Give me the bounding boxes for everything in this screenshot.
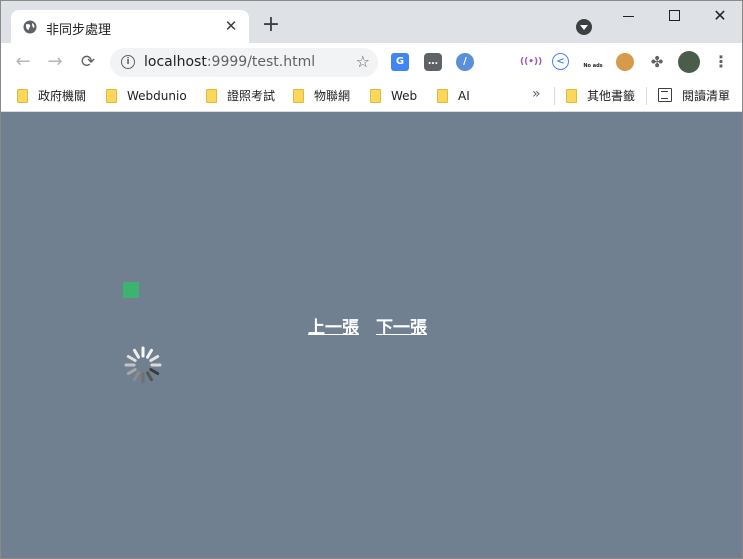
browser-window: 非同步處理 ✕ + ✕ ← → ⟳ i localhost:9999/test.… (0, 0, 743, 559)
menu-kebab-icon[interactable]: ⋮ (712, 53, 730, 71)
back-arrow-icon[interactable]: ← (12, 51, 34, 73)
other-bookmarks[interactable]: 其他書籤 (566, 87, 635, 105)
chevron-double-right-icon[interactable]: » (532, 86, 541, 102)
folder-icon (206, 89, 217, 103)
close-icon[interactable]: ✕ (221, 16, 241, 36)
bookmark-star-icon[interactable]: ☆ (356, 52, 370, 71)
folder-icon (437, 89, 448, 103)
tab-strip: 非同步處理 ✕ + ✕ (1, 1, 742, 43)
broadcast-extension-icon[interactable]: ((•)) (520, 53, 542, 71)
bookmark-label: Webdunio (127, 89, 187, 103)
divider (646, 87, 647, 105)
avatar[interactable] (678, 51, 700, 73)
page-content: 上一張 下一張 (1, 112, 742, 558)
reload-icon[interactable]: ⟳ (77, 51, 99, 73)
bookmark-label: 物聯網 (314, 89, 351, 103)
url-host: localhost (144, 54, 207, 70)
reading-list-label: 閱讀清單 (682, 89, 731, 103)
bookmark-label: Web (391, 89, 418, 103)
new-tab-button[interactable]: + (260, 14, 282, 36)
address-bar[interactable]: i localhost:9999/test.html ☆ (110, 48, 378, 77)
folder-icon (293, 89, 304, 103)
active-tab[interactable]: 非同步處理 ✕ (11, 10, 249, 43)
chat-extension-icon[interactable]: … (424, 53, 442, 71)
green-square (123, 282, 139, 298)
reading-list[interactable]: 閱讀清單 (658, 87, 730, 105)
share-extension-icon[interactable]: < (552, 53, 569, 70)
folder-icon (106, 89, 117, 103)
bookmark-folder[interactable]: Web (370, 87, 417, 105)
bookmark-label: AI (458, 89, 470, 103)
folder-icon (370, 89, 381, 103)
bookmark-folder[interactable]: 物聯網 (293, 87, 350, 105)
bookmark-folder[interactable]: 政府機關 (17, 87, 86, 105)
tab-title: 非同步處理 (46, 23, 112, 38)
maximize-button[interactable] (651, 5, 697, 27)
navigation-links: 上一張 下一張 (308, 313, 444, 338)
puzzle-icon[interactable]: ✤ (648, 53, 666, 71)
cookie-extension-icon[interactable] (616, 53, 634, 71)
url-path: :9999/test.html (206, 54, 316, 70)
bookmark-folder[interactable]: 證照考試 (206, 87, 275, 105)
no-ads-extension-icon[interactable]: No ads (581, 53, 605, 71)
next-link[interactable]: 下一張 (376, 318, 427, 338)
toolbar: ← → ⟳ i localhost:9999/test.html ☆ G … /… (1, 43, 742, 111)
bookmarks-bar: 政府機關 Webdunio 證照考試 物聯網 Web AI » 其他書籤 閱讀清… (1, 81, 742, 112)
bookmark-label: 政府機關 (38, 89, 87, 103)
folder-icon (566, 89, 577, 103)
prev-link[interactable]: 上一張 (308, 318, 359, 338)
globe-icon (23, 20, 37, 34)
folder-icon (17, 89, 28, 103)
bookmark-label: 證照考試 (227, 89, 276, 103)
bookmark-folder[interactable]: AI (437, 87, 470, 105)
tab-search-icon[interactable] (576, 19, 592, 35)
info-icon[interactable]: i (121, 55, 135, 69)
loading-spinner-icon (124, 346, 162, 384)
divider (554, 87, 555, 105)
forward-arrow-icon[interactable]: → (44, 51, 66, 73)
other-bookmarks-label: 其他書籤 (587, 89, 636, 103)
minimize-button[interactable] (605, 5, 651, 27)
opera-extension-icon[interactable]: / (456, 53, 474, 71)
bookmark-folder[interactable]: Webdunio (106, 87, 187, 105)
window-close-button[interactable]: ✕ (697, 5, 742, 27)
url-text[interactable]: localhost:9999/test.html (144, 54, 315, 70)
reading-list-icon (658, 88, 672, 102)
translate-extension-icon[interactable]: G (391, 53, 409, 71)
